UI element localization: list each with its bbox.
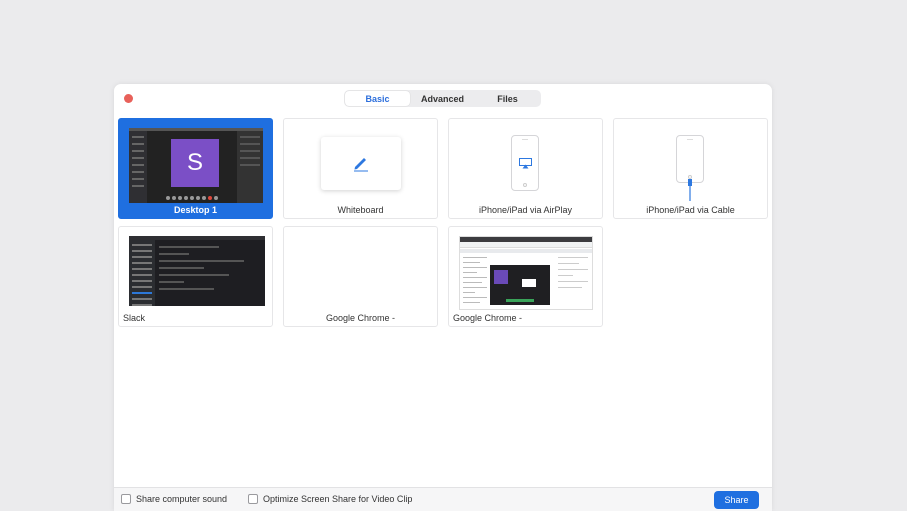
share-sound-checkbox[interactable] [121, 494, 131, 504]
tile-label: Google Chrome - [453, 313, 523, 323]
iphone-icon [676, 135, 704, 183]
share-footer: Share computer sound Optimize Screen Sha… [114, 487, 772, 511]
airplay-icon [519, 158, 532, 169]
optimize-video-label: Optimize Screen Share for Video Clip [263, 494, 413, 504]
share-sound-option[interactable]: Share computer sound [121, 494, 227, 504]
tile-google-chrome-2[interactable]: Google Chrome - [448, 226, 603, 327]
tile-desktop-1[interactable]: S Desktop 1 [118, 118, 273, 219]
iphone-icon [511, 135, 539, 191]
optimize-video-checkbox[interactable] [248, 494, 258, 504]
slack-thumbnail [129, 236, 265, 306]
tile-label: Slack [123, 313, 146, 323]
tab-advanced[interactable]: Advanced [410, 91, 475, 106]
tab-files[interactable]: Files [475, 91, 540, 106]
tile-cable[interactable]: iPhone/iPad via Cable [613, 118, 768, 219]
whiteboard-card [321, 137, 401, 190]
tile-whiteboard[interactable]: Whiteboard [283, 118, 438, 219]
tile-slack[interactable]: Slack [118, 226, 273, 327]
cable-icon [688, 179, 692, 201]
share-button[interactable]: Share [714, 491, 759, 509]
tile-label: iPhone/iPad via AirPlay [478, 205, 573, 215]
share-sound-label: Share computer sound [136, 494, 228, 504]
desktop-thumbnail: S [129, 128, 263, 203]
tile-label: Desktop 1 [173, 205, 217, 215]
share-tabs: Basic Advanced Files [344, 90, 541, 107]
tab-basic[interactable]: Basic [345, 91, 410, 106]
close-window-button[interactable] [124, 94, 133, 103]
share-screen-window: Basic Advanced Files S Desktop 1 Whitebo… [114, 84, 772, 511]
tile-google-chrome-1[interactable]: Google Chrome - [283, 226, 438, 327]
chrome-thumbnail [459, 236, 593, 310]
avatar: S [171, 139, 219, 187]
optimize-video-option[interactable]: Optimize Screen Share for Video Clip [248, 494, 412, 504]
tile-airplay[interactable]: iPhone/iPad via AirPlay [448, 118, 603, 219]
pencil-icon [354, 158, 368, 172]
tile-label: iPhone/iPad via Cable [646, 205, 735, 215]
tile-label: Google Chrome - [325, 313, 396, 323]
tile-label: Whiteboard [337, 205, 384, 215]
